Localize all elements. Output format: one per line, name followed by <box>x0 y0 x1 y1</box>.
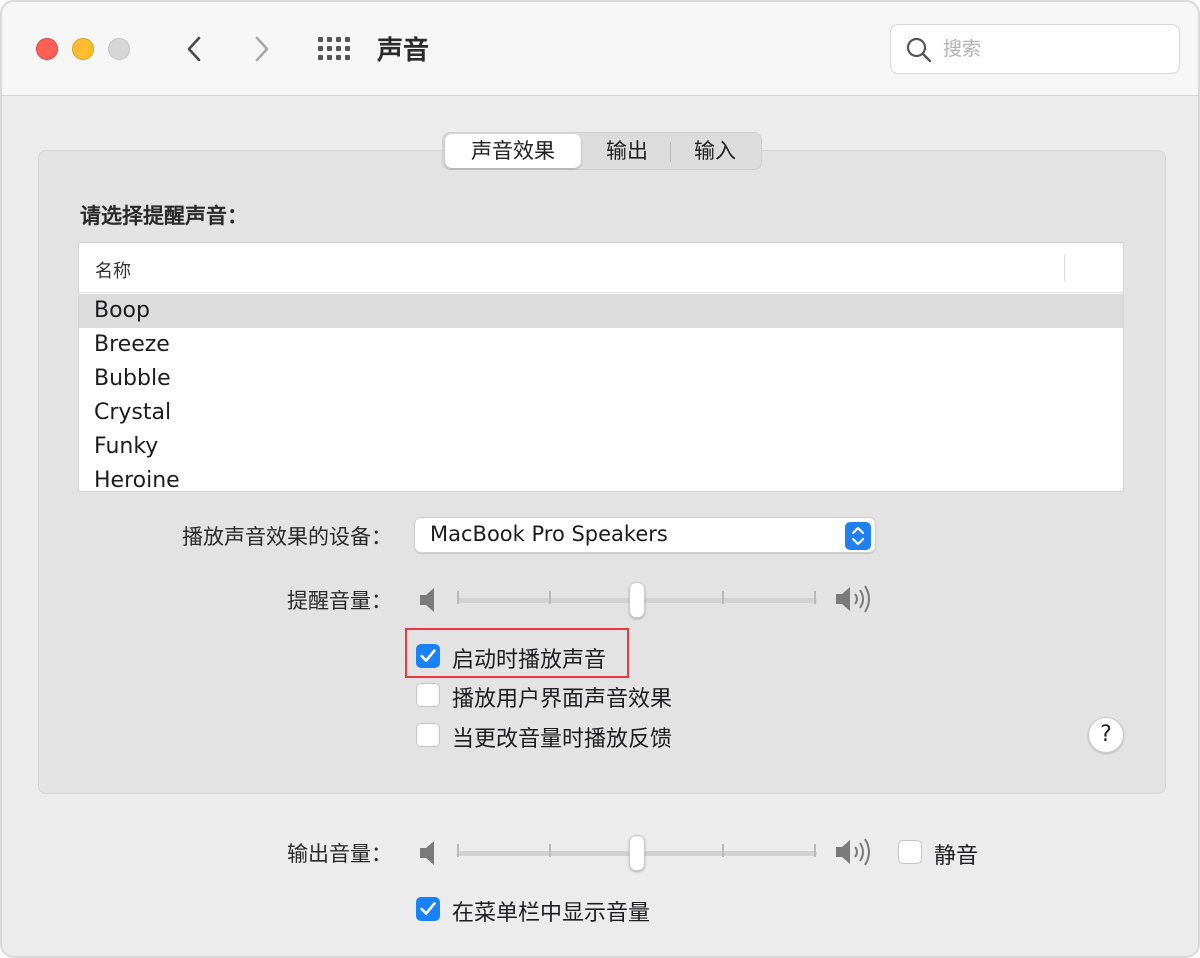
help-button[interactable]: ? <box>1088 717 1124 753</box>
column-divider <box>1064 255 1065 281</box>
output-volume-slider[interactable] <box>457 833 817 873</box>
grid-icon <box>318 37 323 42</box>
slider-tick <box>722 591 724 604</box>
volume-feedback-checkbox[interactable] <box>416 723 440 747</box>
slider-tick <box>722 844 724 857</box>
volume-feedback-label: 当更改音量时播放反馈 <box>452 727 673 752</box>
tab-input[interactable]: 输入 <box>671 133 759 169</box>
show-all-grid-button[interactable] <box>316 35 352 63</box>
slider-thumb[interactable] <box>629 582 645 618</box>
slider-tick <box>814 591 816 604</box>
window-title: 声音 <box>377 36 430 66</box>
alert-volume-slider[interactable] <box>457 580 817 620</box>
checkmark-icon <box>420 649 436 662</box>
alert-sound-label: 请选择提醒声音： <box>80 204 248 228</box>
mute-label: 静音 <box>934 844 979 869</box>
list-item[interactable]: Breeze <box>79 328 1123 362</box>
column-header-name[interactable]: 名称 <box>95 257 131 283</box>
list-item[interactable]: Crystal <box>79 396 1123 430</box>
device-select-value: MacBook Pro Speakers <box>430 522 668 546</box>
tab-bar: 声音效果 输出 输入 <box>442 132 762 170</box>
slider-thumb[interactable] <box>629 835 645 871</box>
ui-sound-effects-label: 播放用户界面声音效果 <box>452 687 673 712</box>
slider-tick <box>457 844 459 857</box>
mute-checkbox[interactable] <box>898 840 922 864</box>
speaker-low-icon <box>420 588 434 612</box>
startup-sound-checkbox[interactable] <box>416 644 440 668</box>
speaker-high-icon <box>836 585 870 613</box>
slider-tick <box>814 844 816 857</box>
forward-button[interactable] <box>246 32 276 66</box>
speaker-high-icon <box>836 838 870 866</box>
device-select[interactable]: MacBook Pro Speakers <box>414 517 876 553</box>
search-input[interactable] <box>943 25 1163 73</box>
system-preferences-window: 声音 声音效果 输出 输入 请选择提醒声音： 名称 Boop Breeze Bu… <box>0 0 1200 958</box>
slider-tick <box>549 591 551 604</box>
chevron-right-icon <box>255 36 269 62</box>
stepper-icon <box>845 522 871 550</box>
show-volume-in-menubar-checkbox[interactable] <box>416 897 440 921</box>
checkmark-icon <box>420 902 436 915</box>
ui-sound-effects-checkbox[interactable] <box>416 683 440 707</box>
speaker-low-icon <box>420 841 434 865</box>
output-volume-label: 输出音量： <box>287 842 392 866</box>
show-volume-in-menubar-label: 在菜单栏中显示音量 <box>452 901 651 926</box>
back-button[interactable] <box>180 32 210 66</box>
slider-tick <box>457 591 459 604</box>
alert-volume-label: 提醒音量： <box>287 589 392 613</box>
device-label: 播放声音效果的设备： <box>182 525 392 549</box>
minimize-window-button[interactable] <box>72 38 94 60</box>
zoom-window-button[interactable] <box>108 38 130 60</box>
search-field[interactable] <box>890 24 1180 74</box>
list-item[interactable]: Bubble <box>79 362 1123 396</box>
toolbar: 声音 <box>2 2 1198 96</box>
list-header: 名称 <box>79 243 1123 293</box>
close-window-button[interactable] <box>36 38 58 60</box>
list-item[interactable]: Heroine <box>79 464 1123 491</box>
list-item[interactable]: Funky <box>79 430 1123 464</box>
chevron-left-icon <box>187 36 201 62</box>
slider-tick <box>549 844 551 857</box>
list-item[interactable]: Boop <box>79 294 1123 328</box>
search-icon <box>906 37 932 63</box>
tab-sound-effects[interactable]: 声音效果 <box>445 134 581 168</box>
alert-sound-list[interactable]: 名称 Boop Breeze Bubble Crystal Funky Hero… <box>78 242 1124 492</box>
startup-sound-label: 启动时播放声音 <box>452 648 607 673</box>
tab-output[interactable]: 输出 <box>583 133 671 169</box>
